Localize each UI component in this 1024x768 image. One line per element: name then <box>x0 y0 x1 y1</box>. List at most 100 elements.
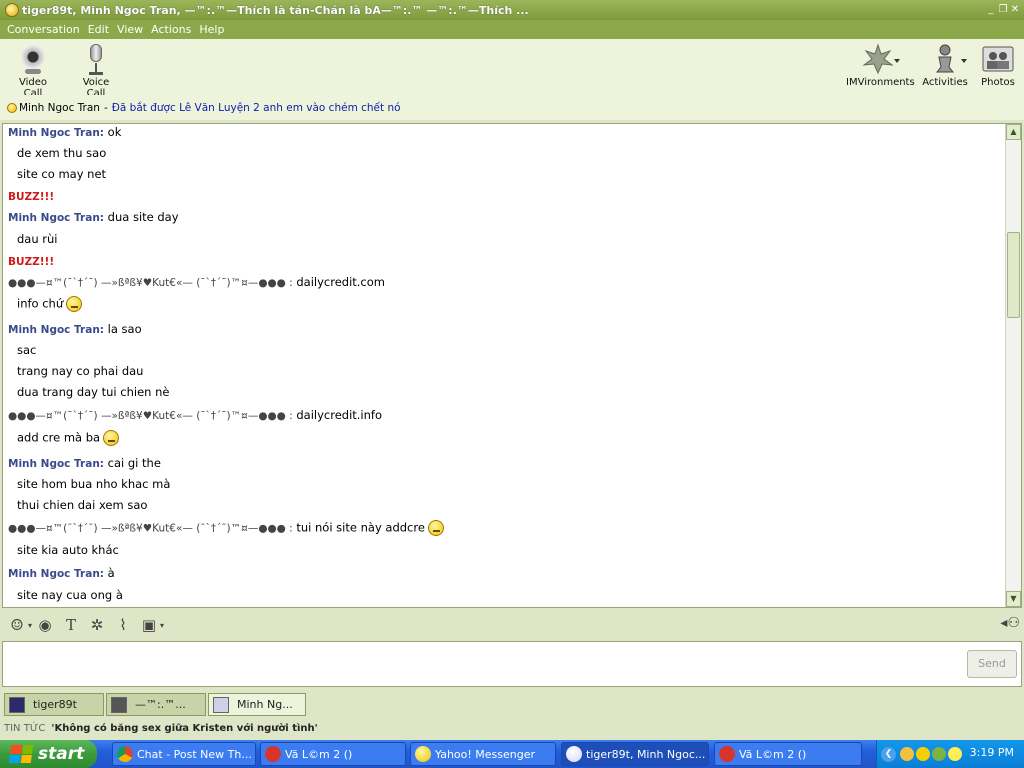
taskbar-item-game-1[interactable]: Vã L©m 2 () <box>260 742 406 766</box>
message-sender: Minh Ngoc Tran: <box>8 458 104 470</box>
message-sender: ●●●—¤™(¯`†´¯) —»ßªß¥♥Kut€«— (¯`†´¯)™¤—●●… <box>8 277 293 289</box>
voice-call-button[interactable]: Voice Call <box>73 43 119 99</box>
chat-message: dau rùi <box>17 232 58 246</box>
start-label: start <box>38 744 85 764</box>
chevron-down-icon[interactable]: ▾ <box>160 621 164 630</box>
status-separator: - <box>103 101 108 114</box>
start-button[interactable]: start <box>0 740 97 768</box>
tray-app-icon[interactable] <box>900 747 914 761</box>
game-icon <box>719 746 735 762</box>
minimize-button[interactable]: _ <box>986 4 996 16</box>
chat-message: Minh Ngoc Tran: ok <box>8 125 121 139</box>
scroll-up-button[interactable]: ▲ <box>1006 124 1021 140</box>
tab-minh-ngoc-tran[interactable]: Minh Ng... <box>208 693 306 716</box>
tab-tiger89t[interactable]: tiger89t <box>4 693 104 716</box>
chat-message: site kia auto khác <box>17 543 119 557</box>
chat-message: de xem thu sao <box>17 146 106 160</box>
plugin-icon[interactable]: ✲ <box>86 615 108 635</box>
message-sender: Minh Ngoc Tran: <box>8 212 104 224</box>
chat-message: dua trang day tui chien nè <box>17 385 169 399</box>
chat-scrollbar[interactable]: ▲ ▼ <box>1005 124 1021 607</box>
avatar-icon <box>111 696 127 713</box>
game-icon <box>265 746 281 762</box>
avatar-icon <box>9 696 25 713</box>
system-tray: ❮ 3:19 PM <box>876 740 1024 768</box>
contact-name[interactable]: Minh Ngoc Tran <box>19 102 100 114</box>
chat-message: thui chien dai xem sao <box>17 498 147 512</box>
font-icon[interactable]: T <box>60 615 82 635</box>
taskbar-item-game-2[interactable]: Vã L©m 2 () <box>714 742 862 766</box>
toolbar: Video Call Voice Call IMVironments Activ… <box>0 39 1024 99</box>
imvironments-button[interactable]: IMVironments <box>846 43 915 88</box>
send-button[interactable]: Send <box>967 650 1017 678</box>
window-title: tiger89t, Minh Ngoc Tran, —™:.™—Thích là… <box>22 3 529 17</box>
clock[interactable]: 3:19 PM <box>970 746 1014 759</box>
message-sender: ●●●—¤™(¯`†´¯) —»ßªß¥♥Kut€«— (¯`†´¯)™¤—●●… <box>8 522 293 535</box>
message-text: de xem thu sao <box>17 146 107 160</box>
message-text: site hom bua nho khac mà <box>17 477 171 491</box>
taskbar-item-conversation[interactable]: tiger89t, Minh Ngoc... <box>561 742 709 766</box>
chat-message: Minh Ngoc Tran: dua site day <box>8 210 179 224</box>
photos-button[interactable]: Photos <box>978 43 1018 88</box>
menu-edit[interactable]: Edit <box>84 23 113 36</box>
taskbar-item-chrome[interactable]: Chat - Post New Th... <box>112 742 256 766</box>
webcam-icon <box>17 43 49 75</box>
show-hidden-icons-button[interactable]: ❮ <box>881 746 896 762</box>
menu-actions[interactable]: Actions <box>147 23 195 36</box>
tray-messenger-icon[interactable] <box>916 747 930 761</box>
imvironments-icon <box>862 43 900 75</box>
close-button[interactable]: ✕ <box>1010 4 1020 16</box>
message-text: dailycredit.com <box>296 275 385 289</box>
buzz-label: BUZZ!!! <box>8 256 55 268</box>
chat-message: BUZZ!!! <box>8 189 54 203</box>
chat-message: sac <box>17 343 36 357</box>
chat-message: ●●●—¤™(¯`†´¯) —»ßªß¥♥Kut€«— (¯`†´¯)™¤—●●… <box>8 408 382 422</box>
menu-help[interactable]: Help <box>195 23 228 36</box>
tray-network-icon[interactable] <box>932 747 946 761</box>
message-text: thui chien dai xem sao <box>17 498 148 512</box>
chrome-icon <box>117 746 133 762</box>
scroll-thumb[interactable] <box>1007 232 1020 318</box>
menu-view[interactable]: View <box>113 23 147 36</box>
photos-label: Photos <box>981 77 1015 88</box>
title-bar: tiger89t, Minh Ngoc Tran, —™:.™—Thích là… <box>0 0 1024 20</box>
emoticon-icon[interactable]: ☺ <box>6 615 28 635</box>
chevron-down-icon[interactable]: ▾ <box>28 621 32 630</box>
video-call-button[interactable]: Video Call <box>10 43 56 99</box>
imvironments-label: IMVironments <box>846 77 915 88</box>
news-ticker: TIN TỨC 'Không có băng sex giữa Kristen … <box>0 717 1024 739</box>
chat-message: site co may net <box>17 167 106 181</box>
message-text: dua site day <box>107 210 179 224</box>
straight-emoticon-icon <box>103 430 120 446</box>
contact-panel-icon[interactable]: ◂⚇ <box>1000 615 1020 631</box>
message-input-area[interactable]: Send <box>2 641 1022 687</box>
windows-logo-icon <box>8 745 34 763</box>
conversation-icon <box>566 746 582 762</box>
tray-alert-icon[interactable] <box>948 747 962 761</box>
insert-icon[interactable]: ▣ <box>138 615 160 635</box>
chat-history[interactable]: Minh Ngoc Tran: ok de xem thu sao site co … <box>2 123 1022 608</box>
message-text: dailycredit.info <box>296 408 383 422</box>
taskbar: start Chat - Post New Th... Vã L©m 2 () … <box>0 740 1024 768</box>
message-text: ok <box>107 125 122 139</box>
message-sender: Minh Ngoc Tran: <box>8 127 104 139</box>
message-text: dua trang day tui chien nè <box>17 385 170 399</box>
chat-message: add cre mà ba <box>17 430 120 446</box>
news-headline[interactable]: 'Không có băng sex giữa Kristen với ngườ… <box>51 723 317 734</box>
attachment-icon[interactable]: ⌇ <box>112 615 134 635</box>
message-text: info chứ <box>17 296 64 311</box>
restore-button[interactable]: ❐ <box>998 4 1008 16</box>
message-sender: Minh Ngoc Tran: <box>8 324 104 336</box>
microphone-icon <box>80 43 112 75</box>
online-status-icon <box>7 102 17 113</box>
menu-conversation[interactable]: Conversation <box>3 23 84 36</box>
status-message: Đã bắt được Lê Văn Luyện 2 anh em vào ch… <box>111 101 401 114</box>
audible-icon[interactable]: ◉ <box>34 615 56 635</box>
activities-button[interactable]: Activities <box>922 43 968 88</box>
scroll-down-button[interactable]: ▼ <box>1006 591 1021 607</box>
tab-contact[interactable]: —™:.™... <box>106 693 206 716</box>
conversation-tabs: tiger89t —™:.™... Minh Ng... <box>0 691 1024 717</box>
taskbar-item-yahoo-messenger[interactable]: Yahoo! Messenger <box>410 742 556 766</box>
tab-label: —™:.™... <box>135 698 186 711</box>
photos-icon <box>982 43 1014 75</box>
